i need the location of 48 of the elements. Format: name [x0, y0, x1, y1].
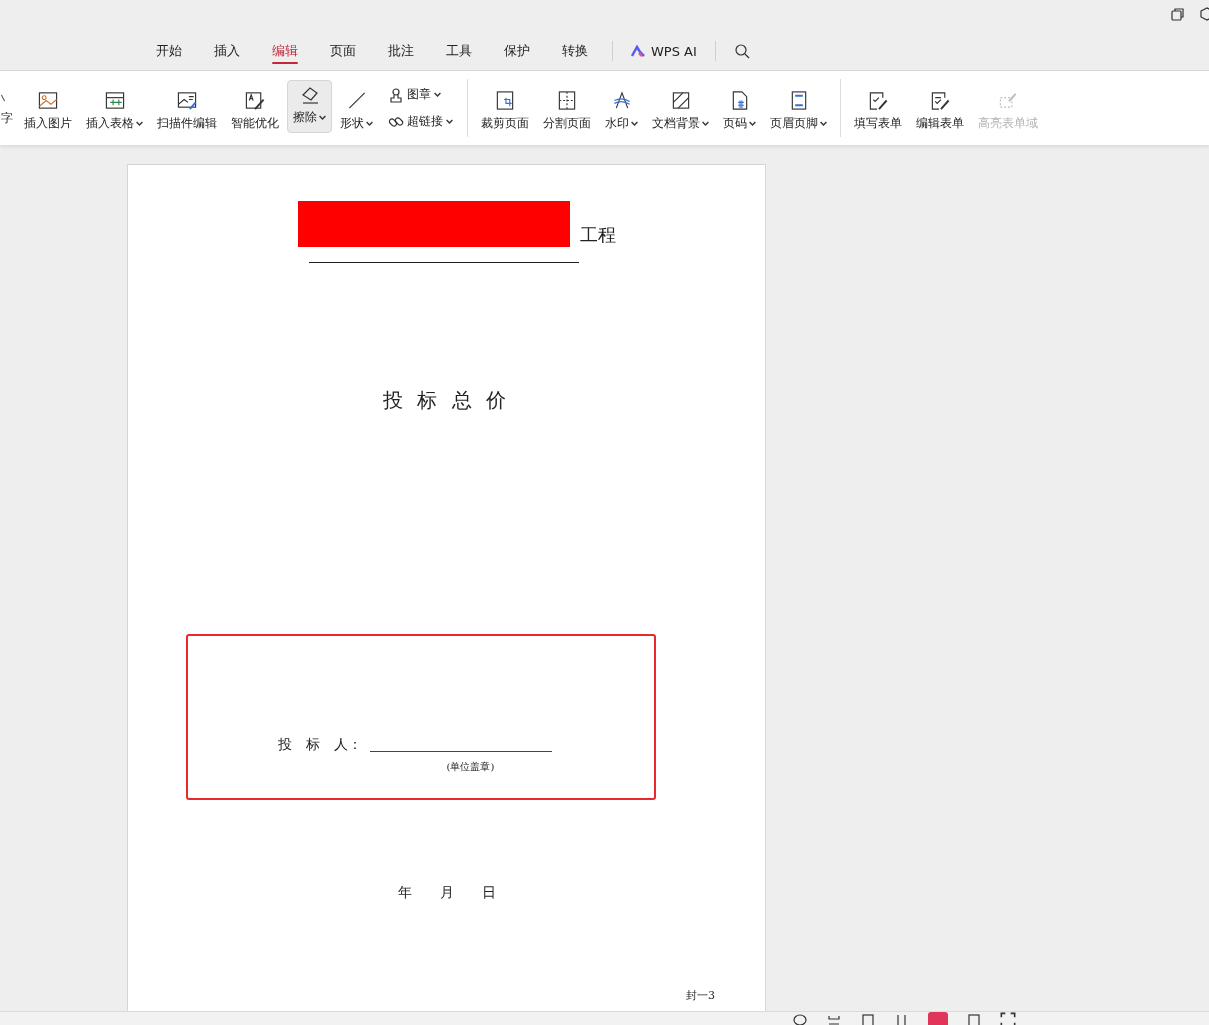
stamp-icon [388, 86, 404, 103]
ribbon-button[interactable]: 插入表格 [80, 80, 149, 133]
table-icon [103, 90, 126, 111]
ribbon-button[interactable]: 擦除 [287, 80, 332, 133]
ribbon-button[interactable]: 文档背景 [646, 80, 715, 133]
form-fill-icon [867, 90, 889, 111]
page-view-icon [860, 1012, 876, 1025]
ribbon-tab[interactable]: 开始 [140, 38, 198, 64]
ribbon-button[interactable]: 页码 [717, 80, 762, 133]
ribbon-tab[interactable]: 插入 [198, 38, 256, 64]
seal-note: (单位盖章) [446, 760, 495, 774]
ribbon-button[interactable]: 水印 [599, 80, 644, 133]
ai-logo-icon [631, 44, 647, 58]
restore-window-icon [1169, 6, 1185, 22]
ribbon-tab[interactable]: 保护 [488, 38, 546, 64]
ribbon-tab[interactable]: 转换 [546, 38, 604, 64]
ribbon-button[interactable]: 字 [0, 80, 16, 133]
document-title: 投 标 总 价 [382, 387, 511, 414]
date-line: 年 月 日 [397, 884, 496, 902]
web-view-icon [966, 1012, 982, 1025]
ribbon-button[interactable]: 页眉页脚 [764, 80, 833, 133]
page-label: 封一3 [686, 988, 715, 1003]
crop-icon [494, 90, 516, 111]
ribbon-tab[interactable]: 编辑 [256, 38, 314, 64]
eye-icon [792, 1012, 808, 1025]
ribbon-button[interactable]: 裁剪页面 [475, 80, 535, 133]
focus-icon [1000, 1012, 1016, 1025]
ribbon-tab[interactable]: 工具 [430, 38, 488, 64]
search-icon [733, 43, 750, 59]
ribbon-tab[interactable]: 批注 [372, 38, 430, 64]
ribbon-button[interactable]: 扫描件编辑 [151, 80, 223, 133]
ribbon-button[interactable]: 填写表单 [848, 80, 908, 133]
ribbon-tab[interactable]: 页面 [314, 38, 372, 64]
stamp-button[interactable]: 图章 [388, 86, 453, 103]
ribbon-button[interactable]: 分割页面 [537, 80, 597, 133]
document-pen-icon [244, 90, 266, 111]
ribbon-button[interactable]: 插入图片 [18, 80, 78, 133]
ribbon-button[interactable]: 智能优化 [225, 80, 285, 133]
picture-icon [37, 90, 59, 111]
scan-edit-icon [176, 90, 198, 111]
hyperlink-button[interactable]: 超链接 [388, 113, 453, 130]
form-edit-icon [929, 90, 951, 111]
ribbon-button[interactable]: 编辑表单 [910, 80, 970, 133]
project-suffix: 工程 [579, 223, 616, 247]
ribbon-button[interactable]: 形状 [334, 80, 379, 133]
wps-ai-tab[interactable]: WPS AI [621, 43, 707, 59]
split-page-icon [556, 90, 578, 111]
bidder-label: 投 标 人： [277, 736, 362, 754]
